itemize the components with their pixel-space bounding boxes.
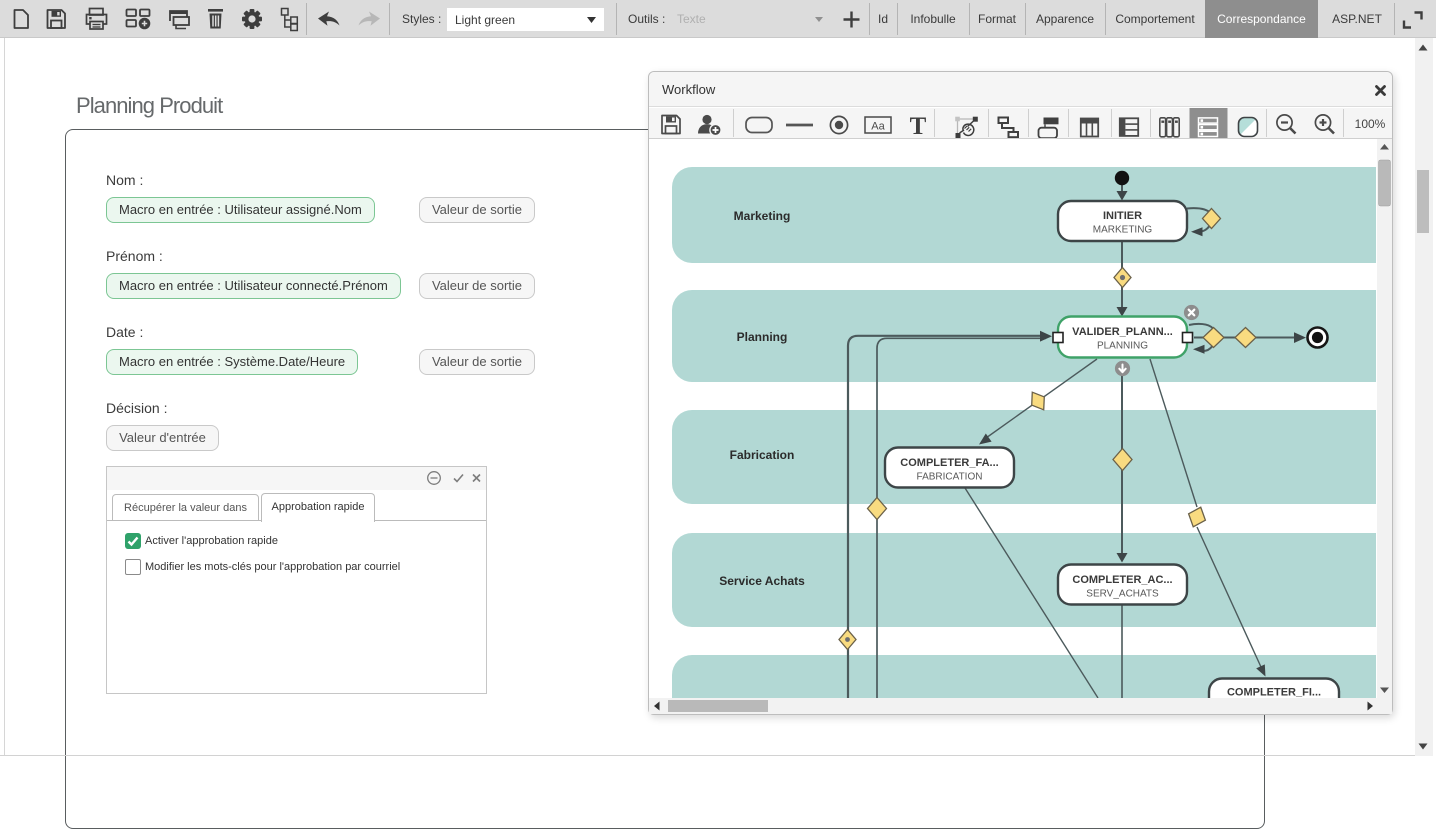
- svg-text:VALIDER_PLANN...: VALIDER_PLANN...: [1072, 326, 1173, 338]
- svg-text:PLANNING: PLANNING: [1097, 341, 1148, 352]
- svg-text:MARKETING: MARKETING: [1093, 225, 1153, 236]
- svg-text:COMPLETER_FA...: COMPLETER_FA...: [900, 457, 998, 469]
- svg-text:100%: 100%: [1355, 117, 1386, 131]
- svg-text:Fabrication: Fabrication: [730, 448, 795, 462]
- svg-text:SERV_ACHATS: SERV_ACHATS: [1086, 589, 1159, 600]
- svg-text:Marketing: Marketing: [734, 209, 791, 223]
- svg-text:FABRICATION: FABRICATION: [917, 472, 983, 483]
- svg-text:Planning: Planning: [737, 330, 788, 344]
- svg-text:INITIER: INITIER: [1103, 210, 1142, 222]
- svg-text:Service Achats: Service Achats: [719, 574, 805, 588]
- svg-text:COMPLETER_FI...: COMPLETER_FI...: [1227, 687, 1321, 699]
- svg-text:COMPLETER_AC...: COMPLETER_AC...: [1072, 574, 1172, 586]
- svg-text:T: T: [910, 113, 927, 138]
- svg-text:Aa: Aa: [871, 121, 885, 133]
